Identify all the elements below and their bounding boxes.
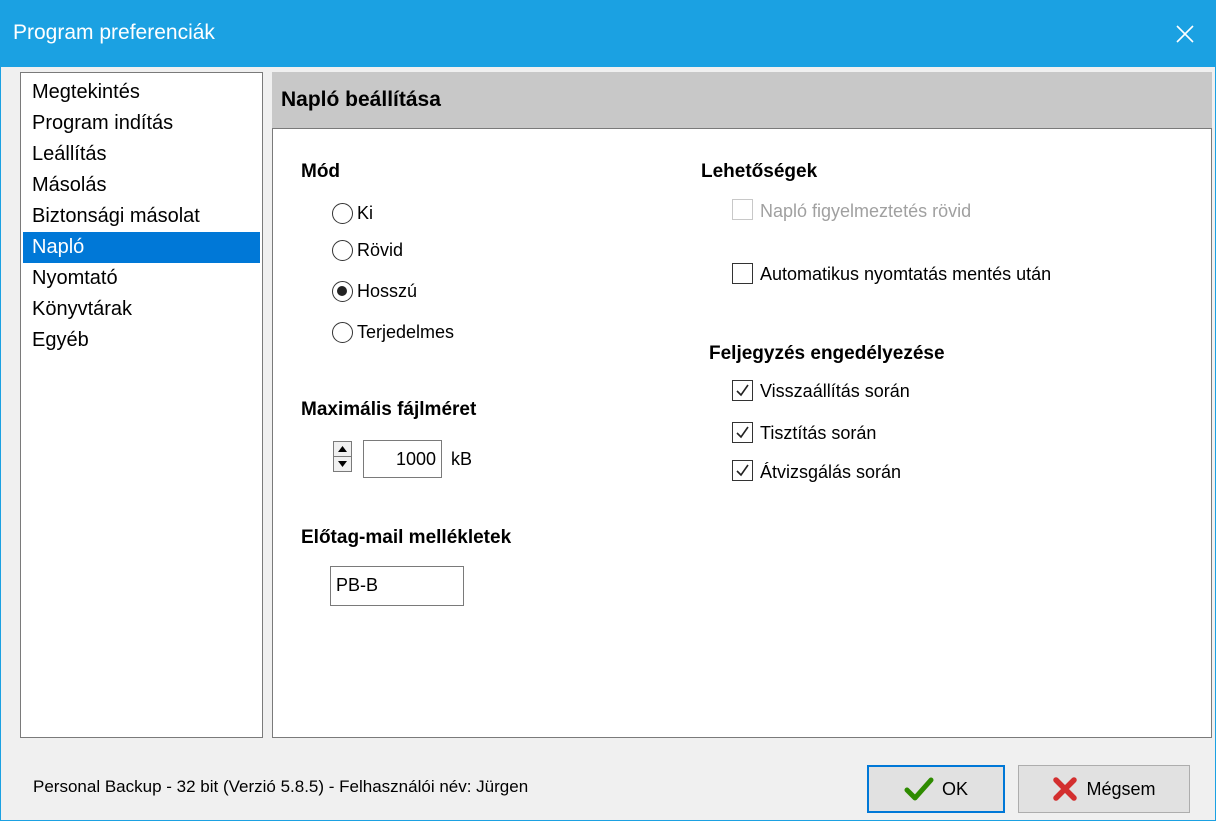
status-text: Personal Backup - 32 bit (Verzió 5.8.5) …	[33, 777, 529, 796]
radio-button[interactable]	[332, 240, 353, 261]
checkmark-icon	[904, 777, 934, 801]
radio-button[interactable]	[332, 322, 353, 343]
radio-label: Ki	[357, 203, 374, 223]
spin-up-arrow-icon[interactable]	[334, 442, 351, 456]
nav-item-nyomtato[interactable]: Nyomtató	[23, 263, 260, 294]
prefix-title: Előtag-mail mellékletek	[301, 527, 512, 548]
checkbox-label: Visszaállítás során	[760, 381, 910, 401]
checkmark-icon	[736, 426, 749, 439]
nav-item-megtekintes[interactable]: Megtekintés	[23, 77, 260, 108]
spin-down-arrow-icon[interactable]	[334, 457, 351, 471]
nav-item-program-inditas[interactable]: Program indítás	[23, 108, 260, 139]
checkbox-checked[interactable]	[732, 460, 753, 481]
size-unit-label: kB	[451, 449, 473, 469]
nav-item-egyeb[interactable]: Egyéb	[23, 325, 260, 356]
preferences-window: Program preferenciák Megtekintés Program…	[0, 0, 1216, 821]
cross-icon	[1053, 777, 1078, 801]
size-spinner[interactable]	[333, 441, 352, 472]
title-bar: Program preferenciák	[1, 1, 1215, 67]
mode-group-title: Mód	[301, 161, 341, 182]
logging-title: Feljegyzés engedélyezése	[709, 343, 945, 364]
cancel-label: Mégsem	[1086, 778, 1156, 799]
checkbox[interactable]	[732, 263, 753, 284]
checkbox-label: Automatikus nyomtatás mentés után	[760, 264, 1052, 284]
ok-button[interactable]: OK	[867, 765, 1005, 813]
prefix-input[interactable]: PB-B	[330, 566, 464, 606]
close-icon	[1176, 25, 1194, 43]
settings-panel: Mód Ki Rövid Hosszú Terjedelmes Maximáli…	[272, 128, 1212, 738]
category-list: Megtekintés Program indítás Leállítás Má…	[20, 72, 263, 738]
radio-label: Terjedelmes	[357, 322, 455, 342]
checkmark-icon	[736, 384, 749, 397]
checkbox-checked[interactable]	[732, 422, 753, 443]
max-size-input[interactable]: 1000	[363, 440, 442, 478]
radio-label: Hosszú	[357, 281, 418, 301]
close-button[interactable]	[1155, 1, 1215, 67]
checkmark-icon	[736, 464, 749, 477]
radio-label: Rövid	[357, 240, 404, 260]
checkbox[interactable]	[732, 199, 753, 220]
max-size-title: Maximális fájlméret	[301, 399, 477, 420]
options-title: Lehetőségek	[701, 161, 818, 182]
nav-item-konyvtarak[interactable]: Könyvtárak	[23, 294, 260, 325]
checkbox-label: Napló figyelmeztetés rövid	[760, 201, 972, 221]
checkbox-label: Tisztítás során	[760, 423, 877, 443]
radio-button-selected[interactable]	[332, 281, 353, 302]
checkbox-checked[interactable]	[732, 380, 753, 401]
section-title: Napló beállítása	[281, 88, 441, 111]
section-header: Napló beállítása	[272, 72, 1212, 128]
nav-item-masolas[interactable]: Másolás	[23, 170, 260, 201]
nav-item-naplo[interactable]: Napló	[23, 232, 260, 263]
nav-item-biztonsagi-masolat[interactable]: Biztonsági másolat	[23, 201, 260, 232]
checkbox-label: Átvizsgálás során	[760, 462, 902, 482]
cancel-button[interactable]: Mégsem	[1018, 765, 1190, 813]
radio-button[interactable]	[332, 203, 353, 224]
nav-item-leallitas[interactable]: Leállítás	[23, 139, 260, 170]
ok-label: OK	[941, 778, 968, 799]
window-title: Program preferenciák	[13, 21, 215, 44]
